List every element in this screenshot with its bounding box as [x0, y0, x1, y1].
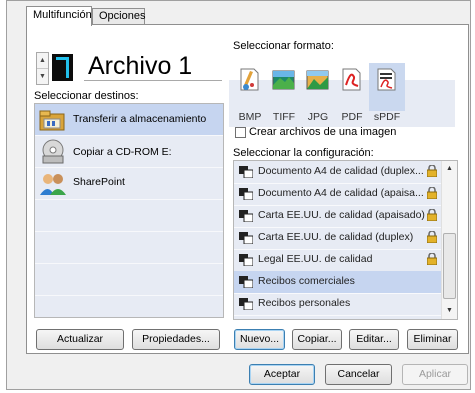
spin-up-icon[interactable]: ▲	[37, 53, 48, 68]
sharepoint-icon	[40, 174, 66, 195]
list-item	[35, 296, 223, 317]
tab-multifuncion[interactable]: Multifunción	[26, 6, 92, 26]
configuration-item[interactable]: Documento A4 de calidad (duplex...	[234, 161, 441, 184]
create-single-image-files-checkbox[interactable]	[235, 127, 246, 138]
scanner-settings-icon	[239, 166, 253, 178]
tiff-image-icon	[272, 70, 295, 90]
divider	[84, 80, 222, 81]
nuevo-button[interactable]: Nuevo...	[234, 329, 285, 350]
list-item	[35, 200, 223, 232]
aplicar-button[interactable]: Aplicar	[402, 364, 468, 385]
configuration-item-label: Recibos comerciales	[258, 275, 355, 287]
format-option-spdf[interactable]	[369, 63, 405, 111]
configuration-label: Seleccionar la configuración:	[233, 147, 374, 159]
configuration-item-label: Legal EE.UU. de calidad	[258, 253, 373, 265]
tab-opciones[interactable]: Opciones	[92, 8, 145, 25]
profile-name: Archivo 1	[88, 52, 193, 80]
tab-label: Multifunción	[33, 9, 92, 21]
list-item	[35, 264, 223, 296]
format-option-label: TIFF	[272, 111, 296, 123]
configuration-item[interactable]: Recibos personales	[234, 293, 441, 316]
eliminar-button[interactable]: Eliminar	[407, 329, 458, 350]
editar-button[interactable]: Editar...	[349, 329, 399, 350]
pdf-icon	[342, 68, 361, 91]
configuration-item-label: Carta EE.UU. de calidad (apaisado)	[258, 209, 425, 221]
destination-item-cdrom[interactable]: Copiar a CD-ROM E:	[35, 136, 223, 168]
cd-rom-icon	[42, 139, 64, 164]
propiedades-button[interactable]: Propiedades...	[132, 329, 220, 350]
cancelar-button[interactable]: Cancelar	[325, 364, 392, 385]
destination-item-storage[interactable]: Transferir a almacenamiento	[35, 104, 223, 136]
format-option-label: sPDF	[373, 111, 401, 123]
destinations-label: Seleccionar destinos:	[34, 90, 139, 102]
scanner-settings-icon	[239, 276, 253, 288]
lock-icon	[427, 209, 437, 221]
destination-label: Transferir a almacenamiento	[73, 113, 207, 125]
configuration-list[interactable]: Documento A4 de calidad (duplex... Docum…	[233, 160, 458, 320]
scanner-settings-icon	[239, 232, 253, 244]
scrollbar-thumb[interactable]	[443, 233, 456, 299]
lock-icon	[427, 187, 437, 199]
checkbox-label: Crear archivos de una imagen	[249, 126, 397, 138]
configuration-item[interactable]: Legal EE.UU. de calidad	[234, 249, 441, 272]
configuration-item-label: Documento A4 de calidad (duplex...	[258, 165, 424, 177]
destination-label: Copiar a CD-ROM E:	[73, 146, 172, 158]
configuration-item-label: Documento A4 de calidad (apaisa...	[258, 187, 424, 199]
configuration-item-label: Carta EE.UU. de calidad (duplex)	[258, 231, 414, 243]
format-option-pdf[interactable]	[336, 63, 367, 96]
aceptar-button[interactable]: Aceptar	[249, 364, 315, 385]
bmp-paint-icon	[240, 68, 259, 91]
actualizar-button[interactable]: Actualizar	[36, 329, 124, 350]
scanner-settings-icon	[239, 210, 253, 222]
format-option-tiff[interactable]	[268, 63, 299, 96]
configuration-item-label: Recibos personales	[258, 297, 351, 309]
configuration-item[interactable]: Carta EE.UU. de calidad (duplex)	[234, 227, 441, 250]
searchable-pdf-icon	[377, 68, 396, 91]
format-label: Seleccionar formato:	[233, 40, 334, 52]
jpg-image-icon	[306, 70, 329, 90]
scroll-down-icon[interactable]: ▼	[446, 307, 453, 314]
lock-icon	[427, 165, 437, 177]
lock-icon	[427, 253, 437, 265]
configuration-item[interactable]: Carta EE.UU. de calidad (apaisado)	[234, 205, 441, 228]
destination-item-sharepoint[interactable]: SharePoint	[35, 168, 223, 200]
format-option-label: JPG	[307, 111, 329, 123]
folder-storage-icon	[39, 110, 65, 131]
scanner-settings-icon	[239, 298, 253, 310]
list-item	[35, 232, 223, 264]
destinations-list[interactable]: Transferir a almacenamiento Copiar a CD-…	[34, 103, 224, 318]
spin-down-icon[interactable]: ▼	[37, 68, 48, 84]
lock-icon	[427, 231, 437, 243]
destination-label: SharePoint	[73, 176, 125, 188]
copiar-button[interactable]: Copiar...	[292, 329, 342, 350]
scroll-up-icon[interactable]: ▲	[446, 165, 453, 172]
scanner-settings-icon	[239, 254, 253, 266]
profile-number-display	[52, 54, 73, 81]
profile-spinner[interactable]: ▲ ▼	[36, 52, 49, 85]
configuration-item[interactable]: Recibos comerciales	[234, 271, 441, 294]
scanner-settings-icon	[239, 188, 253, 200]
configuration-item[interactable]: Documento A4 de calidad (apaisa...	[234, 183, 441, 206]
format-option-label: PDF	[341, 111, 363, 123]
format-option-bmp[interactable]	[234, 63, 265, 96]
tab-label: Opciones	[99, 10, 146, 22]
format-option-jpg[interactable]	[302, 63, 333, 96]
format-option-label: BMP	[238, 111, 262, 123]
